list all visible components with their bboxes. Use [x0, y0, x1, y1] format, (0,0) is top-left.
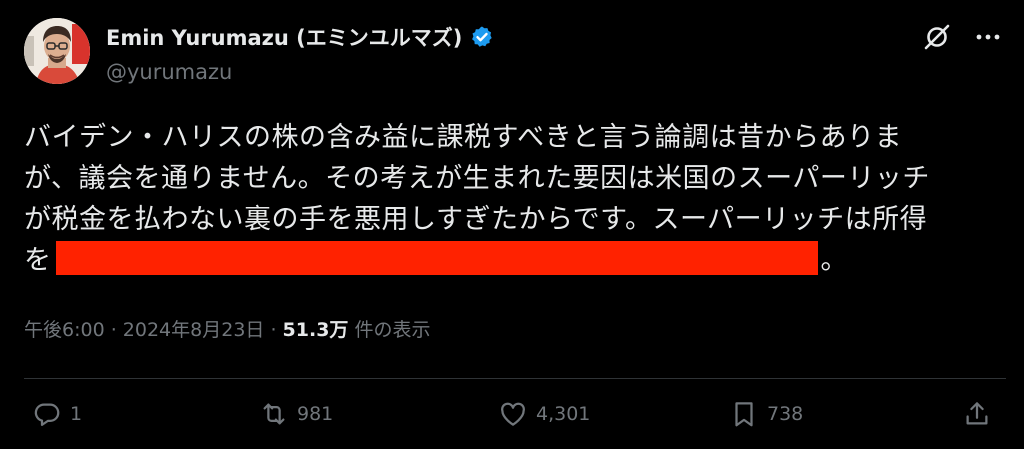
reply-icon: [34, 403, 60, 426]
redaction-bar: [55, 241, 818, 275]
share-button[interactable]: [962, 399, 992, 429]
post-text: バイデン・ハリスの株の含み益に課税すべきと言う論調は昔からありま が、議会を通り…: [24, 117, 1014, 281]
post-text-suffix: 。: [820, 245, 848, 276]
verified-badge-icon: [472, 26, 493, 47]
bookmark-count: 738: [767, 403, 804, 425]
post-meta: 午後6:00 · 2024年8月23日 · 51.3万 件の表示: [24, 315, 430, 342]
like-count: 4,301: [536, 403, 591, 425]
post-text-prefix: を: [24, 245, 52, 276]
avatar-image: [24, 18, 90, 84]
grok-icon[interactable]: [922, 22, 952, 52]
post-text-line: バイデン・ハリスの株の含み益に課税すべきと言う論調は昔からありま: [24, 122, 903, 153]
author-name-row: Emin Yurumazu (エミンユルマズ): [106, 22, 494, 52]
bookmark-icon: [735, 402, 753, 427]
repost-count: 981: [297, 403, 334, 425]
views-label: 件の表示: [348, 319, 431, 341]
post-timestamp[interactable]: 午後6:00 · 2024年8月23日 ·: [24, 319, 283, 341]
repost-button[interactable]: 981: [259, 399, 333, 429]
action-bar: 1 981 4,301 738: [24, 399, 1000, 439]
heart-icon: [501, 402, 525, 426]
avatar[interactable]: [24, 18, 90, 84]
views-count[interactable]: 51.3万: [283, 319, 349, 341]
post-text-line: が、議会を通りません。その考えが生まれた要因は米国のスーパーリッチ: [24, 163, 930, 194]
repost-icon: [263, 403, 285, 425]
divider: [24, 378, 1006, 379]
reply-button[interactable]: 1: [32, 399, 82, 429]
author-handle[interactable]: @yurumazu: [106, 60, 232, 84]
more-options-icon[interactable]: [974, 23, 1002, 51]
author-display-name[interactable]: Emin Yurumazu (エミンユルマズ): [106, 22, 462, 52]
post-text-line: が税金を払わない裏の手を悪用しすぎたからです。スーパーリッチは所得: [24, 204, 928, 235]
share-icon: [966, 402, 988, 425]
post-text-last-line: を。: [24, 240, 1014, 281]
like-button[interactable]: 4,301: [498, 399, 590, 429]
reply-count: 1: [70, 403, 83, 425]
bookmark-button[interactable]: 738: [729, 399, 803, 429]
